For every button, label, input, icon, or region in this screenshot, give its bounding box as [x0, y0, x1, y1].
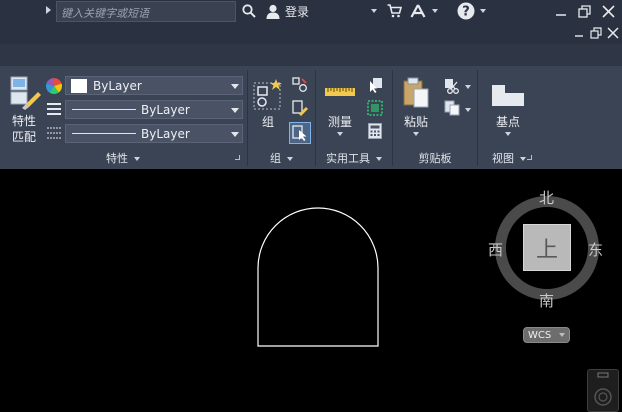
chevron-down-icon[interactable]: [231, 108, 239, 113]
view-launcher-icon[interactable]: [527, 155, 532, 160]
compass-north[interactable]: 北: [539, 187, 554, 208]
chevron-down-icon[interactable]: [559, 333, 566, 337]
lineweight-combo-value: ByLayer: [141, 126, 190, 141]
color-wheel-icon: [45, 77, 63, 95]
chevron-down-icon[interactable]: [520, 156, 526, 161]
ribbon-tab-strip: [0, 44, 622, 66]
linetype-combo[interactable]: ByLayer: [65, 100, 243, 119]
properties-panel-title-text: 特性: [106, 151, 128, 165]
quick-select-icon[interactable]: [366, 76, 384, 94]
lineweight-combo[interactable]: ByLayer: [65, 124, 243, 143]
viewcube-top-label: 上: [535, 237, 558, 263]
color-combo-value: ByLayer: [93, 78, 142, 93]
doc-restore-icon[interactable]: [590, 27, 602, 42]
chevron-down-icon[interactable]: [231, 84, 239, 89]
groups-panel-title-text: 组: [270, 151, 281, 165]
user-icon[interactable]: [265, 2, 281, 20]
properties-panel-title[interactable]: 特性: [0, 149, 246, 166]
match-properties-label-line1[interactable]: 特性: [6, 112, 42, 129]
measure-label[interactable]: 测量: [324, 113, 356, 130]
chevron-down-icon[interactable]: [413, 132, 419, 136]
help-icon[interactable]: ?: [456, 1, 476, 21]
minimize-icon[interactable]: [555, 5, 567, 20]
lineweight-icon: [45, 125, 63, 141]
linetype-icon: [45, 101, 63, 117]
close-icon[interactable]: [602, 5, 615, 21]
chevron-down-icon[interactable]: [287, 156, 293, 161]
linetype-combo-value: ByLayer: [141, 102, 190, 117]
viewcube[interactable]: 上 北 南 东 西: [487, 184, 609, 316]
cut-icon[interactable]: [443, 77, 461, 95]
search-input[interactable]: [57, 4, 235, 23]
base-view-label[interactable]: 基点: [490, 113, 526, 130]
search-box[interactable]: [56, 1, 236, 23]
title-bar: 登录 ?: [0, 0, 622, 44]
wcs-label: WCS: [528, 329, 552, 341]
group-label[interactable]: 组: [255, 113, 281, 130]
utilities-panel-title[interactable]: 实用工具: [316, 149, 392, 166]
clipboard-panel-title: 剪贴板: [393, 149, 477, 166]
compass-south[interactable]: 南: [539, 290, 554, 311]
ungroup-icon[interactable]: [291, 76, 309, 94]
chevron-down-icon[interactable]: [465, 108, 471, 112]
clipboard-panel-title-text: 剪贴板: [418, 151, 452, 165]
chevron-down-icon[interactable]: [376, 156, 382, 161]
help-dropdown-icon[interactable]: [480, 9, 486, 13]
cart-icon[interactable]: [386, 3, 402, 19]
restore-icon[interactable]: [578, 5, 591, 21]
lineweight-preview: [72, 133, 136, 134]
match-properties-icon[interactable]: [8, 74, 42, 110]
wcs-menu[interactable]: WCS: [523, 327, 570, 343]
expand-arrow-icon[interactable]: [46, 6, 51, 14]
search-icon[interactable]: [240, 2, 258, 20]
view-panel-title-text: 视图: [492, 151, 514, 165]
chevron-down-icon[interactable]: [134, 156, 140, 161]
match-properties-label-line2[interactable]: 匹配: [6, 128, 42, 145]
doc-minimize-icon[interactable]: [574, 28, 584, 41]
linetype-preview: [72, 109, 136, 110]
chevron-down-icon[interactable]: [505, 132, 511, 136]
ribbon: 特性 匹配 ByLayer ByLayer ByLayer 特性 组 组 测量 …: [0, 66, 622, 169]
color-combo[interactable]: ByLayer: [65, 76, 243, 95]
calculator-icon[interactable]: [366, 122, 384, 140]
login-label[interactable]: 登录: [285, 3, 309, 20]
properties-launcher-icon[interactable]: [235, 155, 240, 160]
doc-close-icon[interactable]: [607, 27, 619, 42]
chevron-down-icon[interactable]: [337, 132, 343, 136]
connect-icon[interactable]: [409, 2, 427, 20]
measure-icon[interactable]: [324, 84, 356, 100]
color-swatch: [71, 78, 87, 93]
chevron-down-icon[interactable]: [465, 85, 471, 89]
chevron-down-icon[interactable]: [231, 132, 239, 137]
group-icon[interactable]: [251, 78, 285, 112]
group-edit-icon[interactable]: [291, 99, 309, 117]
arch-shape: [257, 207, 379, 347]
svg-text:?: ?: [462, 5, 470, 20]
compass-west[interactable]: 西: [488, 239, 503, 260]
connect-dropdown-icon[interactable]: [432, 9, 438, 13]
compass-east[interactable]: 东: [588, 239, 603, 260]
login-dropdown-icon[interactable]: [371, 9, 377, 13]
select-all-icon[interactable]: [366, 99, 384, 117]
groups-panel-title[interactable]: 组: [248, 149, 315, 166]
utilities-panel-title-text: 实用工具: [326, 151, 370, 165]
paste-icon[interactable]: [400, 75, 432, 111]
base-view-icon[interactable]: [490, 80, 526, 108]
navigation-bar[interactable]: [587, 369, 619, 412]
group-select-icon[interactable]: [289, 122, 311, 144]
viewcube-top-face[interactable]: 上: [523, 224, 571, 271]
paste-label[interactable]: 粘贴: [400, 113, 432, 130]
copy-icon[interactable]: [443, 99, 461, 117]
